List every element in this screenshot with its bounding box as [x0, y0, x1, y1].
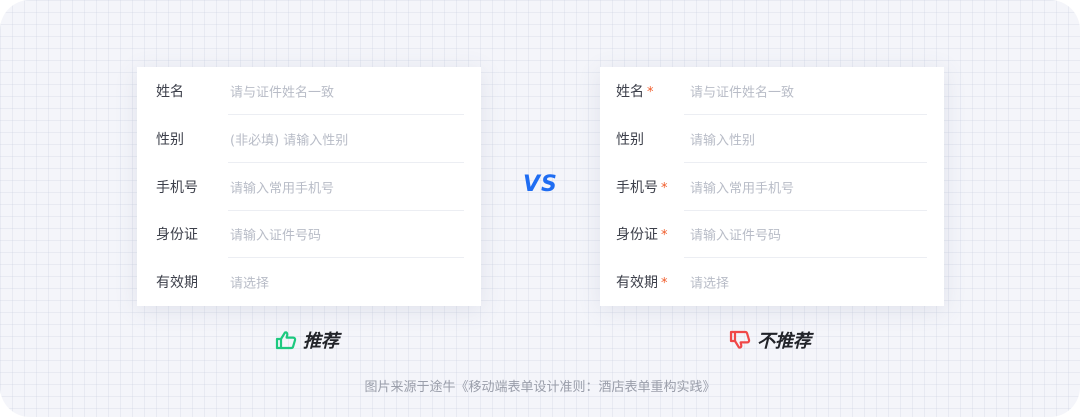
- field-label: 性别: [616, 132, 644, 148]
- comparison-canvas: 姓名 请与证件姓名一致 性别 (非必填) 请输入性别 手机号 请输入常用手机号 …: [0, 0, 1080, 417]
- expiry-select[interactable]: 请选择: [230, 273, 269, 292]
- expiry-select[interactable]: 请选择: [690, 273, 729, 292]
- id-card-input[interactable]: 请输入证件号码: [690, 225, 781, 244]
- gender-input[interactable]: (非必填) 请输入性别: [230, 130, 348, 149]
- field-label: 身份证 *: [616, 227, 668, 243]
- form-row-expiry[interactable]: 有效期 * 请选择: [600, 258, 944, 306]
- required-asterisk: *: [661, 181, 668, 196]
- not-recommended-form-card: 姓名 * 请与证件姓名一致 性别 请输入性别 手机号 * 请输入常用手机号 身份证 *…: [600, 67, 944, 306]
- vs-label: VS: [523, 172, 558, 197]
- field-label: 手机号 *: [616, 180, 668, 196]
- form-row-expiry[interactable]: 有效期 请选择: [137, 258, 481, 306]
- id-card-input[interactable]: 请输入证件号码: [230, 225, 321, 244]
- not-recommended-label: 不推荐: [757, 331, 811, 352]
- name-input[interactable]: 请与证件姓名一致: [230, 82, 334, 101]
- phone-input[interactable]: 请输入常用手机号: [230, 178, 334, 197]
- gender-input[interactable]: 请输入性别: [690, 130, 755, 149]
- required-asterisk: *: [661, 228, 668, 243]
- field-label: 有效期: [156, 275, 198, 291]
- field-label: 姓名 *: [616, 84, 654, 100]
- required-asterisk: *: [647, 85, 654, 100]
- form-row-name[interactable]: 姓名 * 请与证件姓名一致: [600, 67, 944, 115]
- phone-input[interactable]: 请输入常用手机号: [690, 178, 794, 197]
- name-input[interactable]: 请与证件姓名一致: [690, 82, 794, 101]
- form-row-phone[interactable]: 手机号 请输入常用手机号: [137, 163, 481, 211]
- field-label: 手机号: [156, 180, 198, 196]
- not-recommended-verdict: 不推荐: [729, 328, 811, 352]
- form-row-phone[interactable]: 手机号 * 请输入常用手机号: [600, 163, 944, 211]
- recommended-form-card: 姓名 请与证件姓名一致 性别 (非必填) 请输入性别 手机号 请输入常用手机号 …: [137, 67, 481, 306]
- thumbs-up-icon: [275, 330, 297, 350]
- form-row-id-card[interactable]: 身份证 * 请输入证件号码: [600, 210, 944, 258]
- recommended-label: 推荐: [303, 331, 339, 352]
- form-row-name[interactable]: 姓名 请与证件姓名一致: [137, 67, 481, 115]
- recommended-verdict: 推荐: [275, 328, 339, 352]
- field-label: 身份证: [156, 227, 198, 243]
- field-label: 有效期 *: [616, 275, 668, 291]
- form-row-gender[interactable]: 性别 (非必填) 请输入性别: [137, 115, 481, 163]
- field-label: 性别: [156, 132, 184, 148]
- form-row-id-card[interactable]: 身份证 请输入证件号码: [137, 210, 481, 258]
- required-asterisk: *: [661, 276, 668, 291]
- field-label: 姓名: [156, 84, 184, 100]
- form-row-gender[interactable]: 性别 请输入性别: [600, 115, 944, 163]
- thumbs-down-icon: [729, 330, 751, 350]
- source-caption: 图片来源于途牛《移动端表单设计准则：酒店表单重构实践》: [364, 380, 716, 395]
